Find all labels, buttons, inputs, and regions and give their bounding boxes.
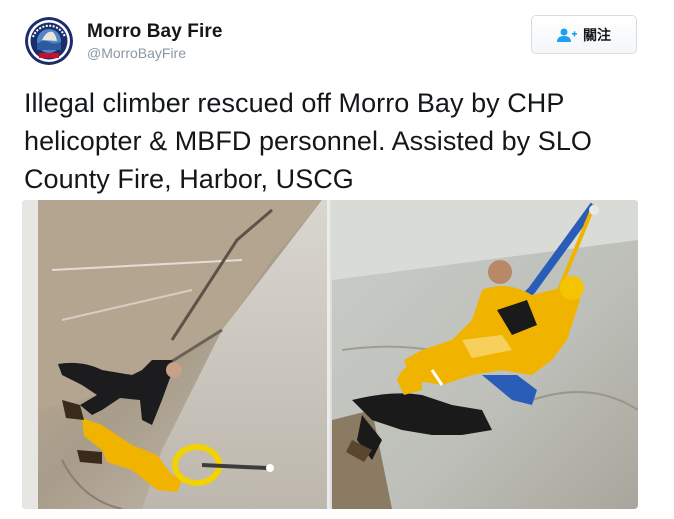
morro-bay-fire-badge-icon — [25, 17, 73, 65]
follow-button[interactable]: 關注 — [531, 15, 637, 54]
avatar[interactable] — [25, 17, 73, 65]
author-handle[interactable]: @MorroBayFire — [87, 45, 186, 61]
author-display-name[interactable]: Morro Bay Fire — [87, 21, 223, 43]
follow-button-label: 關注 — [583, 27, 611, 44]
add-user-icon — [557, 28, 577, 42]
photo-climber-on-rock[interactable] — [22, 200, 330, 509]
photo-rescue-hoist[interactable] — [332, 200, 638, 509]
tweet-card: Morro Bay Fire @MorroBayFire 關注 Illegal … — [0, 0, 674, 519]
tweet-text: Illegal climber rescued off Morro Bay by… — [24, 88, 592, 194]
media-grid — [22, 200, 638, 509]
